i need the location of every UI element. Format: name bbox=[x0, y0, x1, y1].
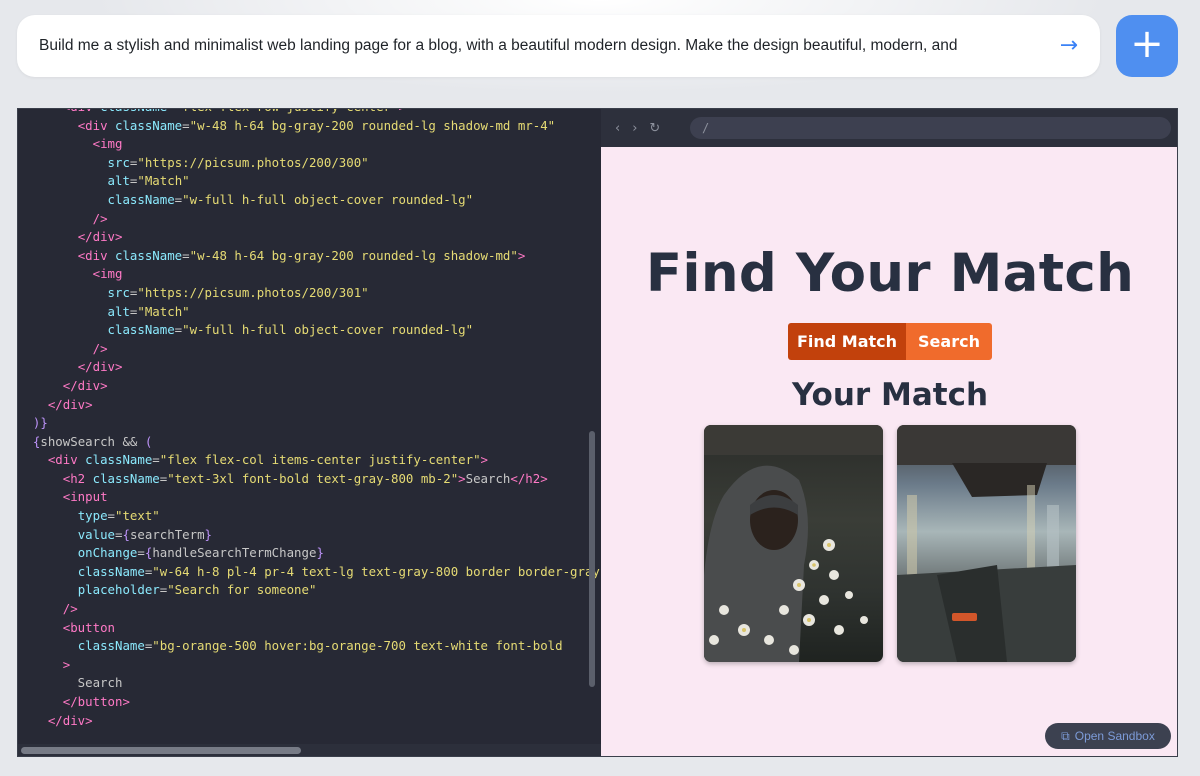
new-chat-button[interactable]: + bbox=[1116, 15, 1178, 77]
code-line[interactable]: /> bbox=[18, 340, 600, 359]
match-photo-card-2 bbox=[897, 425, 1076, 662]
code-line[interactable]: <div className="w-48 h-64 bg-gray-200 ro… bbox=[18, 117, 600, 136]
code-line[interactable]: > bbox=[18, 656, 600, 675]
code-line[interactable]: type="text" bbox=[18, 507, 600, 526]
code-line[interactable]: <h2 className="text-3xl font-bold text-g… bbox=[18, 470, 600, 489]
page-title: Find Your Match bbox=[645, 243, 1135, 304]
code-line[interactable]: <img bbox=[18, 265, 600, 284]
code-line[interactable]: className="w-full h-full object-cover ro… bbox=[18, 321, 600, 340]
code-line[interactable]: alt="Match" bbox=[18, 303, 600, 322]
code-editor[interactable]: <div className="flex flex-row justify-ce… bbox=[18, 109, 601, 756]
forward-icon[interactable]: › bbox=[632, 122, 637, 135]
code-line[interactable]: value={searchTerm} bbox=[18, 526, 600, 545]
workspace: <div className="flex flex-row justify-ce… bbox=[17, 108, 1178, 757]
code-line[interactable]: <input bbox=[18, 488, 600, 507]
code-line[interactable]: src="https://picsum.photos/200/301" bbox=[18, 284, 600, 303]
back-icon[interactable]: ‹ bbox=[615, 122, 620, 135]
code-line[interactable]: alt="Match" bbox=[18, 172, 600, 191]
reload-icon[interactable]: ↻ bbox=[649, 122, 660, 135]
preview-pane: ‹ › ↻ / Find Your Match Find Match Searc… bbox=[601, 109, 1177, 756]
button-group: Find Match Search bbox=[788, 323, 992, 360]
code-line[interactable]: className="bg-orange-500 hover:bg-orange… bbox=[18, 637, 600, 656]
code-line[interactable]: </div> bbox=[18, 396, 600, 415]
machinery-image bbox=[897, 425, 1076, 662]
code-line[interactable]: placeholder="Search for someone" bbox=[18, 581, 600, 600]
code-line[interactable]: /> bbox=[18, 210, 600, 229]
code-line[interactable]: /> bbox=[18, 600, 600, 619]
browser-toolbar: ‹ › ↻ / bbox=[601, 109, 1177, 147]
section-title: Your Match bbox=[791, 377, 989, 413]
code-line[interactable]: onChange={handleSearchTermChange} bbox=[18, 544, 600, 563]
code-line[interactable]: Search bbox=[18, 674, 600, 693]
match-photo-card bbox=[704, 425, 883, 662]
send-arrow-icon[interactable]: → bbox=[1060, 35, 1078, 57]
url-bar[interactable]: / bbox=[690, 117, 1171, 139]
code-line[interactable]: src="https://picsum.photos/200/300" bbox=[18, 154, 600, 173]
code-line[interactable]: <img bbox=[18, 135, 600, 154]
vertical-scrollbar[interactable] bbox=[589, 431, 595, 687]
find-match-button[interactable]: Find Match bbox=[788, 323, 906, 360]
code-line[interactable]: className="w-64 h-8 pl-4 pr-4 text-lg te… bbox=[18, 563, 600, 582]
code-line[interactable]: <div className="flex flex-col items-cent… bbox=[18, 451, 600, 470]
horizontal-scrollbar[interactable] bbox=[21, 747, 301, 754]
code-line[interactable]: </div> bbox=[18, 358, 600, 377]
code-line[interactable]: className="w-full h-full object-cover ro… bbox=[18, 191, 600, 210]
code-line[interactable]: <div className="flex flex-row justify-ce… bbox=[18, 109, 600, 117]
code-line[interactable]: )} bbox=[18, 414, 600, 433]
open-sandbox-label: Open Sandbox bbox=[1074, 729, 1155, 743]
code-line[interactable]: {showSearch && ( bbox=[18, 433, 600, 452]
code-line[interactable]: </div> bbox=[18, 228, 600, 247]
code-line[interactable]: <div className="w-48 h-64 bg-gray-200 ro… bbox=[18, 247, 600, 266]
prompt-bar[interactable]: Build me a stylish and minimalist web la… bbox=[17, 15, 1100, 77]
prompt-input[interactable]: Build me a stylish and minimalist web la… bbox=[39, 37, 1050, 55]
plus-icon: + bbox=[1130, 21, 1164, 67]
code-content[interactable]: <div className="flex flex-row justify-ce… bbox=[18, 109, 600, 730]
code-line[interactable]: <button bbox=[18, 619, 600, 638]
code-line[interactable]: </div> bbox=[18, 377, 600, 396]
open-sandbox-button[interactable]: ⧉ Open Sandbox bbox=[1045, 723, 1171, 749]
person-in-flowers-image bbox=[704, 425, 883, 662]
code-line[interactable]: </div> bbox=[18, 712, 600, 731]
search-button[interactable]: Search bbox=[906, 323, 992, 360]
external-link-icon: ⧉ bbox=[1061, 728, 1070, 743]
code-line[interactable]: </button> bbox=[18, 693, 600, 712]
